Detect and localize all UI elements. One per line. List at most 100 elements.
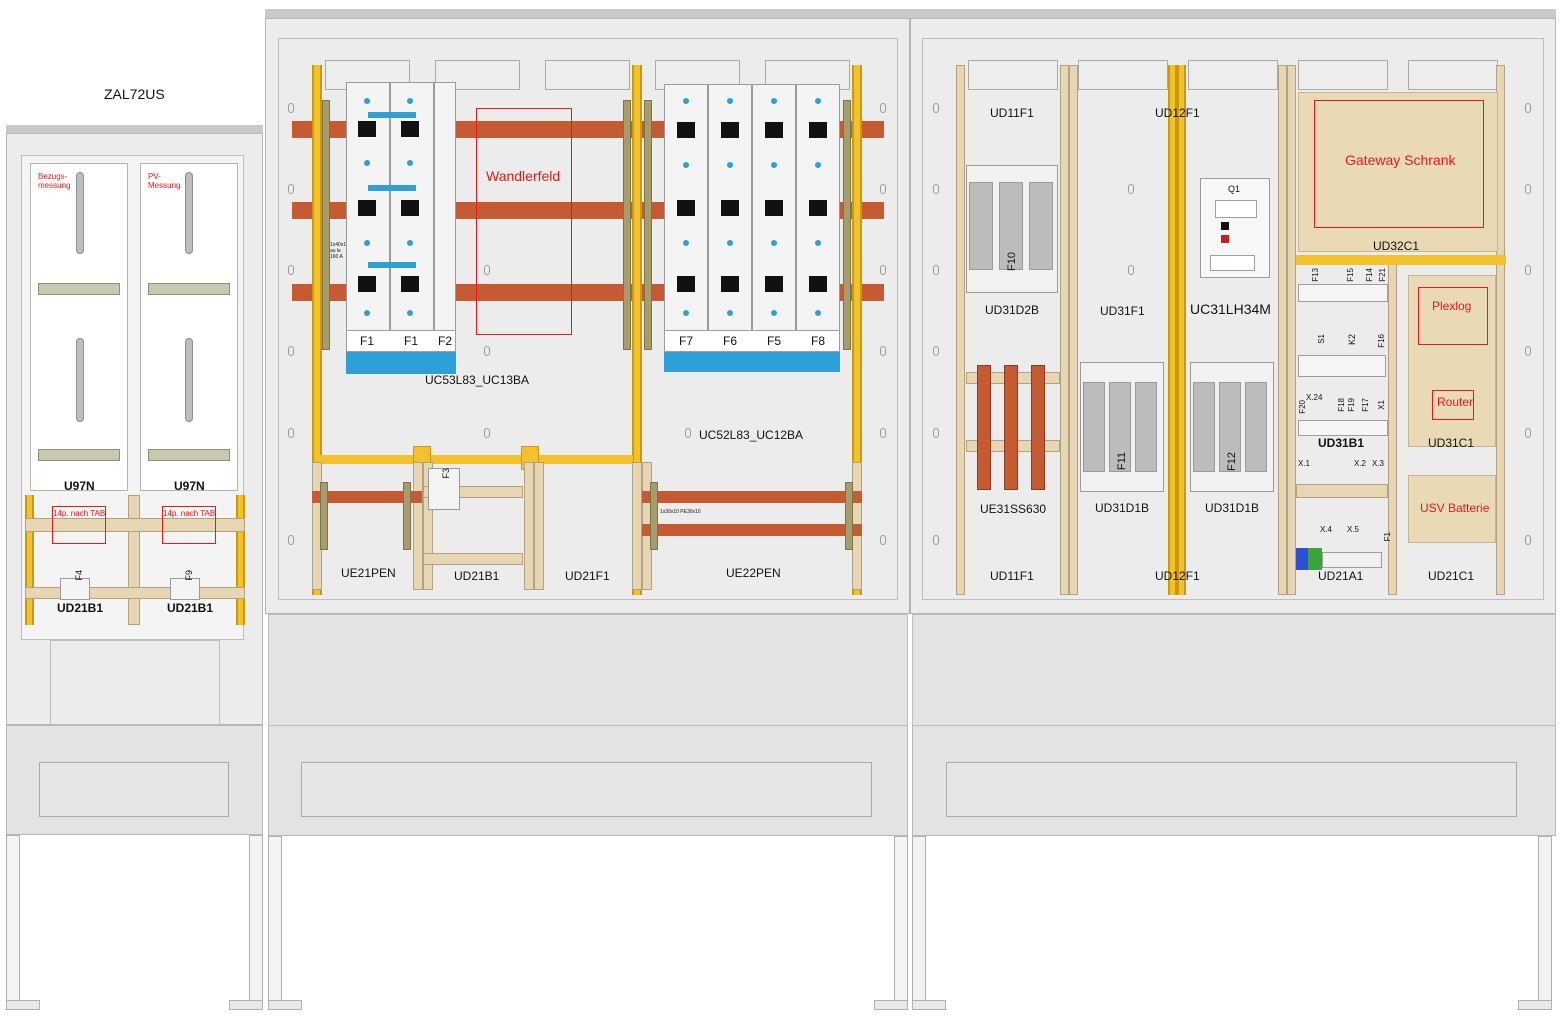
mount-hole xyxy=(880,428,886,438)
wandlerfeld-box xyxy=(476,108,572,335)
usv-label: USV Batterie xyxy=(1420,501,1490,515)
module-label: UD11F1 xyxy=(990,106,1034,120)
terminal-label: X.4 xyxy=(1320,525,1333,534)
terminal-label: F14 xyxy=(1365,268,1374,282)
module-label: UD21B1 xyxy=(57,601,104,615)
mount-hole xyxy=(288,103,294,113)
screw xyxy=(771,98,777,104)
screw xyxy=(364,98,370,104)
fuse-f9 xyxy=(170,578,200,600)
switch-pole xyxy=(969,182,993,270)
fuse-base-blue xyxy=(664,352,840,372)
fuse-insert xyxy=(721,122,739,138)
module-label: UD31D2B xyxy=(985,303,1040,317)
switch-label: F12 xyxy=(1226,452,1238,471)
beam xyxy=(423,553,523,565)
mount-hole xyxy=(1525,265,1531,275)
foot xyxy=(912,1000,946,1010)
mount-hole xyxy=(288,346,294,356)
fuse-label: F1 xyxy=(360,334,375,348)
busbar-link xyxy=(1004,365,1018,490)
terminal-block xyxy=(1298,284,1388,302)
post xyxy=(534,462,544,590)
module-label: UD31D1B xyxy=(1095,501,1150,515)
mount-hole xyxy=(933,346,939,356)
panel-slot xyxy=(1078,60,1168,90)
mount-hole xyxy=(288,428,294,438)
right-roof xyxy=(910,9,1556,18)
fuse-base-blue xyxy=(346,352,456,374)
module-label: UD21B1 xyxy=(167,601,214,615)
post xyxy=(1287,65,1296,595)
terminal-label: S1 xyxy=(1317,334,1326,344)
post xyxy=(1388,260,1397,595)
module-label: UD12F1 xyxy=(1155,569,1200,583)
module-label: UC53L83_UC13BA xyxy=(425,373,530,387)
module-label: UD21A1 xyxy=(1318,569,1364,583)
plinth-slot xyxy=(946,762,1517,817)
plexlog-label: Plexlog xyxy=(1432,299,1472,313)
terminal-label: F17 xyxy=(1361,398,1370,412)
meter-plate xyxy=(148,449,230,461)
busbar-link xyxy=(977,365,991,490)
screw xyxy=(727,98,733,104)
link-bar xyxy=(368,185,416,191)
rail-vertical xyxy=(1177,65,1186,595)
module-label: UC52L83_UC12BA xyxy=(699,428,804,442)
meter-rod xyxy=(76,338,84,422)
module-label: UD11F1 xyxy=(990,569,1034,583)
module-label: UC31LH34M xyxy=(1190,301,1271,317)
mount-hole xyxy=(880,265,886,275)
mount-hole xyxy=(933,184,939,194)
screw xyxy=(364,240,370,246)
relay-block xyxy=(1298,355,1386,377)
mount-hole xyxy=(685,428,691,438)
fuse-f4 xyxy=(60,578,90,600)
module-label: UE22PEN xyxy=(726,566,781,580)
screw xyxy=(815,310,821,316)
link-bar xyxy=(368,262,416,268)
screw xyxy=(771,162,777,168)
post xyxy=(1069,65,1078,595)
u97n-label: U97N xyxy=(64,479,95,493)
support xyxy=(644,100,652,350)
module-label: UD12F1 xyxy=(1155,106,1200,120)
meter-plate xyxy=(38,283,120,295)
screw xyxy=(771,240,777,246)
screw xyxy=(815,98,821,104)
foot xyxy=(6,1000,40,1010)
post xyxy=(1060,65,1069,595)
meter-rod xyxy=(185,172,193,254)
mount-hole xyxy=(288,265,294,275)
fuse-label: F2 xyxy=(438,334,453,348)
fuse-label: F9 xyxy=(184,570,194,581)
fuse-insert xyxy=(401,121,419,137)
terminal-label: F1 xyxy=(1383,532,1392,542)
post xyxy=(632,462,642,590)
switch-pole xyxy=(1193,382,1215,472)
post xyxy=(413,462,423,590)
fuse-insert xyxy=(765,276,783,292)
screw xyxy=(727,310,733,316)
screw xyxy=(683,240,689,246)
plexlog-box xyxy=(1418,287,1488,345)
breaker-button-on[interactable] xyxy=(1221,222,1229,230)
breaker-button-off[interactable] xyxy=(1221,235,1229,243)
rail-vertical xyxy=(25,495,34,625)
fuse-insert xyxy=(401,200,419,216)
gateway-label: Gateway Schrank xyxy=(1345,152,1456,168)
fuse-holder-f2[interactable] xyxy=(434,82,456,350)
post xyxy=(956,65,965,595)
support xyxy=(403,482,411,550)
terminal-label: F20 xyxy=(1298,400,1307,414)
module-label: UD32C1 xyxy=(1373,239,1420,253)
foot xyxy=(268,1000,302,1010)
fuse-label: F7 xyxy=(679,334,694,348)
meter-plate xyxy=(38,449,120,461)
fuse-insert xyxy=(809,200,827,216)
panel-slot xyxy=(545,60,630,90)
module-label: UD31B1 xyxy=(1318,436,1365,450)
leg-lower xyxy=(894,836,908,1010)
terminal-block xyxy=(1298,420,1388,436)
router-label: Router xyxy=(1437,395,1474,409)
